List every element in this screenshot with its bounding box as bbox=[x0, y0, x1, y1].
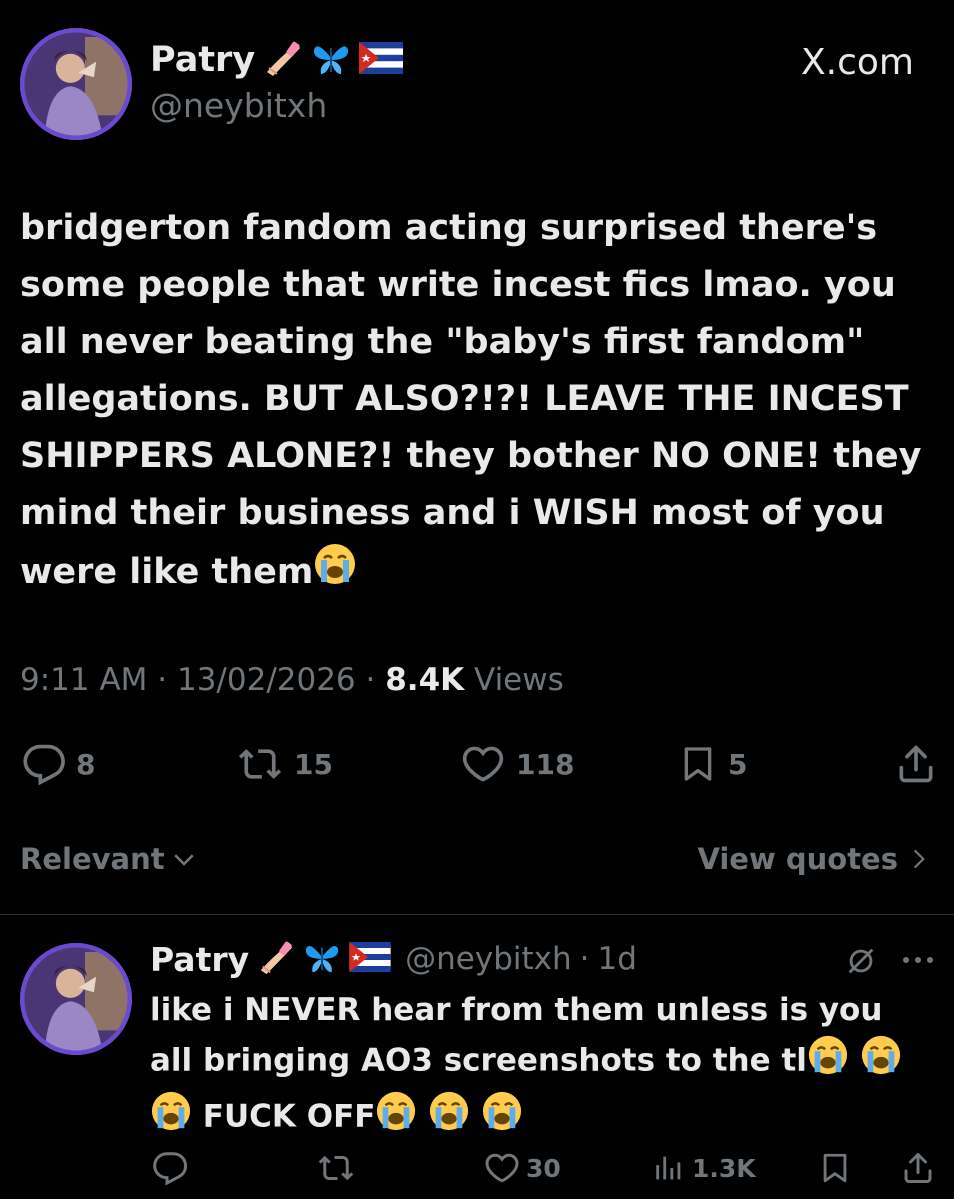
reply-reply-button[interactable] bbox=[152, 1150, 198, 1186]
tweet-time[interactable]: 9:11 AM bbox=[20, 662, 147, 698]
cuba-flag-emoji bbox=[349, 942, 391, 976]
share-icon bbox=[899, 745, 933, 783]
share-button[interactable] bbox=[894, 742, 938, 786]
x-com-label: X.com bbox=[801, 42, 914, 83]
bookmark-icon bbox=[684, 747, 712, 781]
repost-count: 15 bbox=[294, 747, 333, 781]
tweet-text: bridgerton fandom acting surprised there… bbox=[20, 200, 925, 604]
crying-face-emoji bbox=[481, 1090, 523, 1146]
reply-text-line-2: all bringing AO3 screenshots to the tl bbox=[150, 1034, 940, 1090]
crying-face-emoji bbox=[860, 1034, 902, 1090]
reply-icon bbox=[23, 744, 65, 786]
reply-like-count: 30 bbox=[526, 1153, 561, 1183]
crying-face-emoji bbox=[313, 542, 357, 604]
views-count: 8.4K bbox=[385, 662, 465, 698]
views-icon bbox=[656, 1156, 681, 1180]
tweet-meta: 9:11 AM · 13/02/2026 · 8.4K Views bbox=[20, 662, 564, 698]
reply-display-name[interactable]: Patry bbox=[150, 940, 249, 979]
repost-icon bbox=[238, 749, 282, 779]
reply-like-button[interactable]: 30 bbox=[484, 1150, 561, 1186]
display-name[interactable]: Patry bbox=[150, 40, 255, 80]
like-count: 118 bbox=[516, 747, 575, 781]
nail-polish-emoji bbox=[263, 38, 303, 82]
reply-text: like i NEVER hear from them unless is yo… bbox=[150, 986, 940, 1146]
bookmark-button[interactable]: 5 bbox=[678, 742, 747, 786]
like-button[interactable]: 118 bbox=[460, 742, 574, 786]
like-icon bbox=[485, 1153, 519, 1183]
handle[interactable]: @neybitxh bbox=[150, 86, 327, 125]
butterfly-emoji bbox=[311, 38, 351, 82]
bookmark-count: 5 bbox=[728, 747, 748, 781]
grok-icon[interactable] bbox=[844, 944, 878, 978]
reply-text-line-3: FUCK OFF bbox=[150, 1090, 940, 1146]
like-icon bbox=[462, 746, 504, 782]
reply-handle[interactable]: @neybitxh bbox=[405, 941, 572, 977]
view-quotes-label: View quotes bbox=[697, 842, 898, 876]
reply-text-line-2-body: all bringing AO3 screenshots to the tl bbox=[150, 1042, 807, 1079]
crying-face-emoji bbox=[150, 1090, 192, 1146]
butterfly-emoji bbox=[303, 938, 341, 980]
tweet-date[interactable]: 13/02/2026 bbox=[177, 662, 356, 698]
tweet-text-body: bridgerton fandom acting surprised there… bbox=[20, 208, 922, 592]
bookmark-icon[interactable] bbox=[818, 1150, 852, 1186]
reply-repost-button[interactable] bbox=[316, 1150, 366, 1186]
share-icon[interactable] bbox=[900, 1150, 936, 1186]
sort-dropdown[interactable]: Relevant bbox=[20, 842, 199, 876]
view-quotes-link[interactable]: View quotes bbox=[697, 842, 932, 876]
crying-face-emoji bbox=[375, 1090, 417, 1146]
reply-icon bbox=[153, 1152, 188, 1186]
repost-button[interactable]: 15 bbox=[236, 742, 333, 786]
reply-count: 8 bbox=[76, 747, 96, 781]
repost-icon bbox=[318, 1155, 354, 1181]
cuba-flag-emoji bbox=[359, 42, 404, 78]
reply-views-button[interactable]: 1.3K bbox=[652, 1150, 756, 1186]
more-icon[interactable] bbox=[900, 948, 936, 972]
crying-face-emoji bbox=[807, 1034, 849, 1090]
nail-polish-emoji bbox=[257, 938, 295, 980]
reply-avatar[interactable] bbox=[20, 943, 132, 1055]
chevron-down-icon bbox=[173, 854, 194, 866]
avatar[interactable] bbox=[20, 28, 132, 140]
sort-label: Relevant bbox=[20, 842, 165, 876]
reply-age[interactable]: 1d bbox=[598, 941, 637, 977]
reply-text-line-3-body: FUCK OFF bbox=[202, 1098, 376, 1135]
crying-face-emoji bbox=[428, 1090, 470, 1146]
chevron-right-icon bbox=[913, 849, 925, 869]
reply-text-line-1: like i NEVER hear from them unless is yo… bbox=[150, 992, 883, 1028]
views-label: Views bbox=[474, 662, 564, 698]
divider bbox=[0, 914, 954, 915]
reply-views-count: 1.3K bbox=[692, 1153, 756, 1183]
reply-button[interactable]: 8 bbox=[22, 742, 95, 786]
